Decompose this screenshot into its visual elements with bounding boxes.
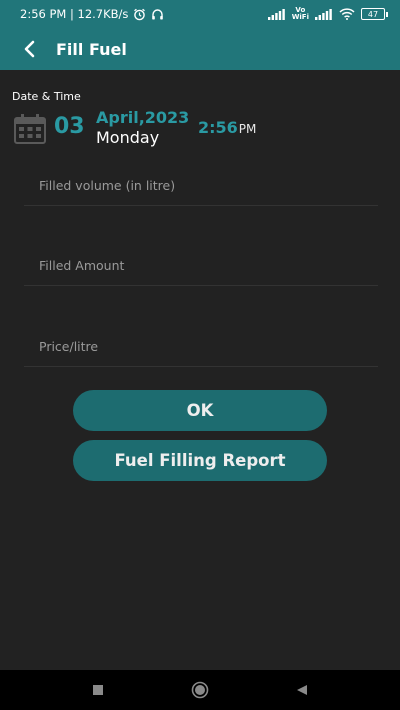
status-bar: 2:56 PM | 12.7KB/s Vo WiFi 47 bbox=[0, 0, 400, 28]
date-time-row[interactable]: 03 April,2023 Monday 2:56PM bbox=[14, 106, 394, 154]
signal-icon-1 bbox=[267, 8, 285, 20]
date-weekday: Monday bbox=[96, 128, 160, 147]
date-month-year: April,2023 bbox=[96, 108, 190, 127]
home-button[interactable] bbox=[188, 678, 212, 702]
signal-icon-2 bbox=[315, 8, 332, 20]
ok-button[interactable]: OK bbox=[73, 390, 327, 431]
navigation-bar bbox=[0, 670, 400, 710]
time-value[interactable]: 2:56PM bbox=[198, 118, 256, 137]
back-triangle-icon bbox=[297, 685, 307, 695]
app-bar: Fill Fuel bbox=[0, 28, 400, 70]
page-title: Fill Fuel bbox=[56, 39, 127, 59]
battery-icon: 47 bbox=[361, 8, 388, 20]
home-circle-icon bbox=[191, 681, 209, 699]
date-day: 03 bbox=[54, 114, 85, 139]
date-time-label: Date & Time bbox=[12, 90, 81, 103]
vowifi-indicator: Vo WiFi bbox=[292, 7, 309, 21]
back-arrow-icon bbox=[24, 40, 35, 58]
recents-button[interactable] bbox=[86, 678, 110, 702]
alarm-icon bbox=[134, 8, 146, 20]
time-digits: 2:56 bbox=[198, 118, 238, 137]
time-ampm: PM bbox=[238, 122, 257, 136]
fuel-filling-report-button[interactable]: Fuel Filling Report bbox=[73, 440, 327, 481]
price-per-litre-input[interactable] bbox=[24, 327, 378, 366]
wifi-icon bbox=[339, 8, 355, 20]
back-button[interactable] bbox=[18, 37, 42, 61]
price-field bbox=[24, 327, 378, 367]
filled-amount-input[interactable] bbox=[24, 246, 378, 285]
volume-field bbox=[24, 166, 378, 206]
filled-volume-input[interactable] bbox=[24, 166, 378, 205]
headset-icon bbox=[152, 8, 164, 19]
amount-field bbox=[24, 246, 378, 286]
wifi-label: WiFi bbox=[291, 13, 309, 21]
status-left: 2:56 PM | 12.7KB/s bbox=[20, 7, 164, 21]
status-right: Vo WiFi 47 bbox=[267, 7, 388, 21]
recents-square-icon bbox=[93, 685, 103, 695]
status-time-speed: 2:56 PM | 12.7KB/s bbox=[20, 7, 129, 21]
battery-level: 47 bbox=[367, 9, 379, 19]
back-nav-button[interactable] bbox=[290, 678, 314, 702]
calendar-icon bbox=[14, 114, 46, 144]
